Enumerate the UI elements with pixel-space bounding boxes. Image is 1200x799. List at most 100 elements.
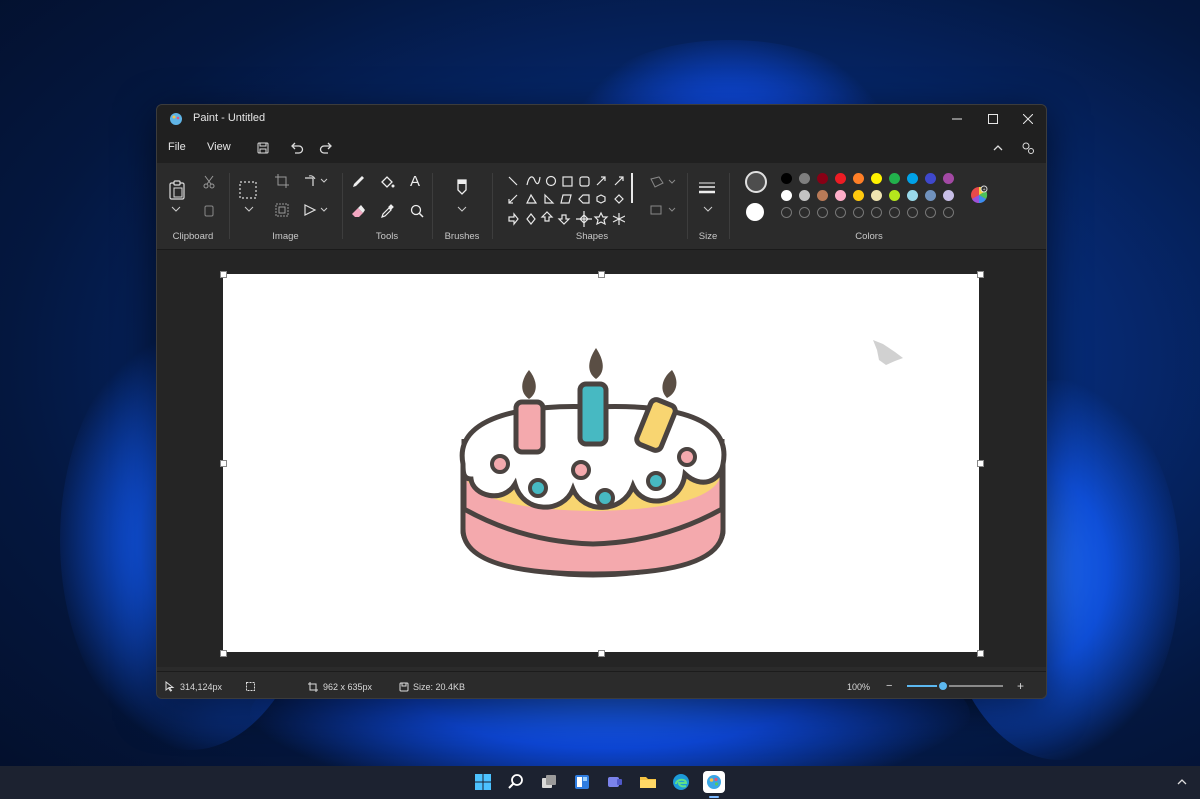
color-swatch[interactable] (853, 190, 864, 201)
edit-colors-icon[interactable]: + (969, 185, 989, 205)
primary-color[interactable] (745, 171, 767, 193)
color-swatch[interactable] (817, 173, 828, 184)
file-explorer-button[interactable] (637, 771, 659, 793)
drawing-canvas[interactable] (223, 274, 979, 652)
shapes-scrollbar[interactable] (631, 173, 633, 203)
separator (432, 173, 433, 239)
size-chevron-icon[interactable] (703, 205, 713, 213)
canvas-size-icon (308, 682, 318, 692)
custom-color-slot[interactable] (907, 207, 918, 218)
shapes-gallery[interactable] (505, 171, 625, 229)
color-swatch[interactable] (817, 190, 828, 201)
color-swatch[interactable] (943, 173, 954, 184)
resize-handle[interactable] (977, 460, 984, 467)
pencil-icon[interactable] (350, 174, 366, 190)
color-swatch[interactable] (925, 190, 936, 201)
undo-icon[interactable] (288, 139, 306, 157)
maximize-icon (988, 114, 998, 124)
zoom-in-button[interactable]: + (1017, 679, 1024, 693)
maximize-button[interactable] (975, 105, 1011, 133)
custom-color-slot[interactable] (925, 207, 936, 218)
cursor-position: 314,124px (180, 682, 223, 692)
flip-icon[interactable] (303, 203, 329, 217)
select-chevron-icon[interactable] (244, 205, 254, 213)
custom-color-slot[interactable] (799, 207, 810, 218)
brush-chevron-icon[interactable] (457, 205, 467, 213)
color-swatch[interactable] (835, 190, 846, 201)
zoom-out-button[interactable]: − (886, 680, 892, 692)
menu-view[interactable]: View (207, 141, 231, 153)
save-icon[interactable] (254, 139, 272, 157)
search-button[interactable] (505, 771, 527, 793)
paste-icon[interactable] (167, 179, 187, 201)
custom-color-slot[interactable] (871, 207, 882, 218)
color-swatch[interactable] (781, 190, 792, 201)
zoom-slider[interactable] (907, 680, 1003, 692)
color-swatch[interactable] (889, 173, 900, 184)
collapse-ribbon-icon[interactable] (989, 139, 1007, 157)
window-title: Paint - Untitled (193, 112, 266, 124)
status-bar: 314,124px 962 x 635px Size: 20.4KB 100% … (157, 671, 1046, 698)
color-swatch[interactable] (799, 173, 810, 184)
custom-color-slot[interactable] (781, 207, 792, 218)
color-swatch[interactable] (835, 173, 846, 184)
color-swatch[interactable] (781, 173, 792, 184)
start-button[interactable] (472, 771, 494, 793)
color-swatch[interactable] (871, 190, 882, 201)
edge-button[interactable] (670, 771, 692, 793)
tray-chevron-icon[interactable] (1177, 778, 1187, 786)
canvas-workspace (157, 250, 1046, 667)
paint-app-icon (170, 113, 182, 125)
ribbon: Clipboard Image A Tools Brushes Shapes S… (157, 163, 1046, 250)
resize-handle[interactable] (598, 271, 605, 278)
text-icon[interactable]: A (410, 173, 420, 190)
color-swatch[interactable] (799, 190, 810, 201)
resize-handle[interactable] (977, 271, 984, 278)
cut-icon[interactable] (202, 175, 216, 189)
color-swatch[interactable] (871, 173, 882, 184)
resize-icon[interactable] (275, 203, 289, 217)
resize-handle[interactable] (220, 271, 227, 278)
color-swatch[interactable] (907, 173, 918, 184)
outline-icon[interactable] (649, 175, 679, 189)
custom-color-slot[interactable] (889, 207, 900, 218)
redo-icon[interactable] (317, 139, 335, 157)
cake-drawing (459, 340, 903, 578)
select-icon[interactable] (238, 180, 258, 200)
fill-icon[interactable] (379, 174, 395, 190)
crop-icon[interactable] (275, 174, 289, 188)
teams-button[interactable] (604, 771, 626, 793)
color-swatch[interactable] (925, 173, 936, 184)
custom-color-slot[interactable] (943, 207, 954, 218)
resize-handle[interactable] (977, 650, 984, 657)
eraser-icon[interactable] (350, 203, 366, 219)
zoom-slider-thumb[interactable] (936, 680, 949, 692)
brush-icon[interactable] (453, 178, 471, 200)
close-button[interactable] (1010, 105, 1046, 133)
resize-handle[interactable] (598, 650, 605, 657)
paste-chevron-icon[interactable] (171, 205, 181, 213)
color-swatch[interactable] (907, 190, 918, 201)
task-view-button[interactable] (538, 771, 560, 793)
color-swatch[interactable] (943, 190, 954, 201)
custom-color-slot[interactable] (817, 207, 828, 218)
resize-handle[interactable] (220, 650, 227, 657)
stroke-size-icon[interactable] (697, 181, 717, 197)
custom-color-slot[interactable] (853, 207, 864, 218)
custom-color-slot[interactable] (835, 207, 846, 218)
menu-file[interactable]: File (168, 141, 186, 153)
color-swatch[interactable] (889, 190, 900, 201)
rotate-icon[interactable] (303, 174, 329, 188)
settings-icon[interactable] (1019, 139, 1037, 157)
color-picker-icon[interactable] (379, 203, 395, 219)
color-swatch[interactable] (853, 173, 864, 184)
minimize-button[interactable] (939, 105, 975, 133)
magnifier-icon[interactable] (409, 203, 425, 219)
copy-icon[interactable] (203, 204, 215, 218)
widgets-button[interactable] (571, 771, 593, 793)
shape-fill-icon[interactable] (649, 203, 679, 217)
secondary-color[interactable] (746, 203, 764, 221)
selection-size-icon (246, 682, 255, 691)
resize-handle[interactable] (220, 460, 227, 467)
paint-taskbar-button[interactable] (703, 771, 725, 793)
